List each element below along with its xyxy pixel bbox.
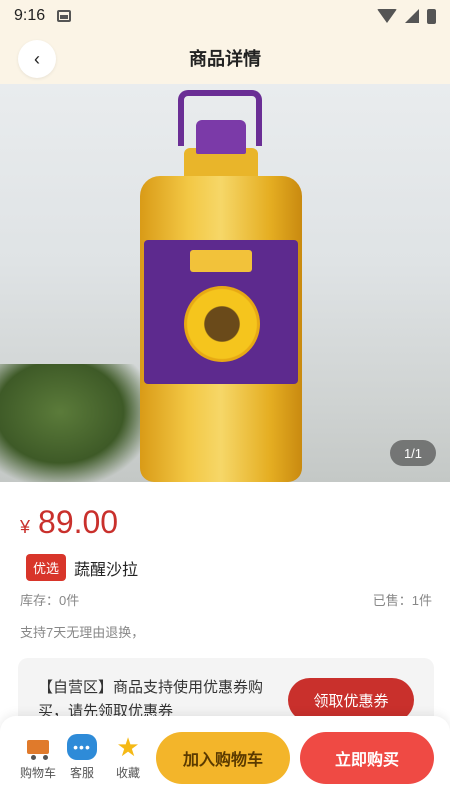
shopping-cart-icon xyxy=(23,734,53,760)
price-value: 89.00 xyxy=(38,504,119,540)
customer-service-button[interactable]: ••• 客服 xyxy=(60,734,104,781)
star-icon: ★ xyxy=(116,732,140,762)
status-time: 9:16 xyxy=(14,7,46,24)
stock-count: 库存：0件 xyxy=(20,593,80,608)
bottle-cap xyxy=(196,120,246,154)
wifi-icon xyxy=(377,9,397,23)
service-label: 客服 xyxy=(69,766,94,780)
chevron-left-icon: ‹ xyxy=(34,48,40,69)
signal-icon xyxy=(405,9,419,23)
image-notification-icon xyxy=(57,10,72,22)
page-title: 商品详情 xyxy=(189,49,261,69)
currency-symbol: ¥ xyxy=(20,517,31,537)
page-header: ‹ 商品详情 xyxy=(0,32,450,84)
favorite-label: 收藏 xyxy=(115,766,140,780)
status-bar: 9:16 xyxy=(0,0,450,32)
product-name: 蔬醒沙拉 xyxy=(74,561,139,579)
product-title-row: 优选 蔬醒沙拉 xyxy=(26,554,138,581)
buy-now-button[interactable]: 立即购买 xyxy=(300,732,434,784)
featured-badge: 优选 xyxy=(26,554,67,581)
status-icons xyxy=(377,8,436,24)
bottom-action-bar: 购物车 ••• 客服 ★ 收藏 加入购物车 立即购买 xyxy=(0,716,450,800)
cart-nav-button[interactable]: 购物车 xyxy=(16,734,60,781)
brand-logo xyxy=(190,250,252,272)
product-image xyxy=(140,90,302,482)
sunflower-logo xyxy=(184,286,260,362)
back-button[interactable]: ‹ xyxy=(18,40,56,78)
background-plant xyxy=(0,364,150,482)
price: ¥ 89.00 xyxy=(20,504,118,541)
cart-label: 购物车 xyxy=(19,766,56,780)
product-image-gallery[interactable] xyxy=(0,84,450,482)
battery-icon xyxy=(427,8,436,24)
favorite-button[interactable]: ★ 收藏 xyxy=(106,734,150,781)
return-policy: 支持7天无理由退换， xyxy=(20,625,145,640)
sold-count: 已售：1件 xyxy=(372,593,432,608)
chat-bubble-icon: ••• xyxy=(67,734,97,760)
add-to-cart-button[interactable]: 加入购物车 xyxy=(156,732,290,784)
image-counter-badge: 1/1 xyxy=(390,440,436,466)
